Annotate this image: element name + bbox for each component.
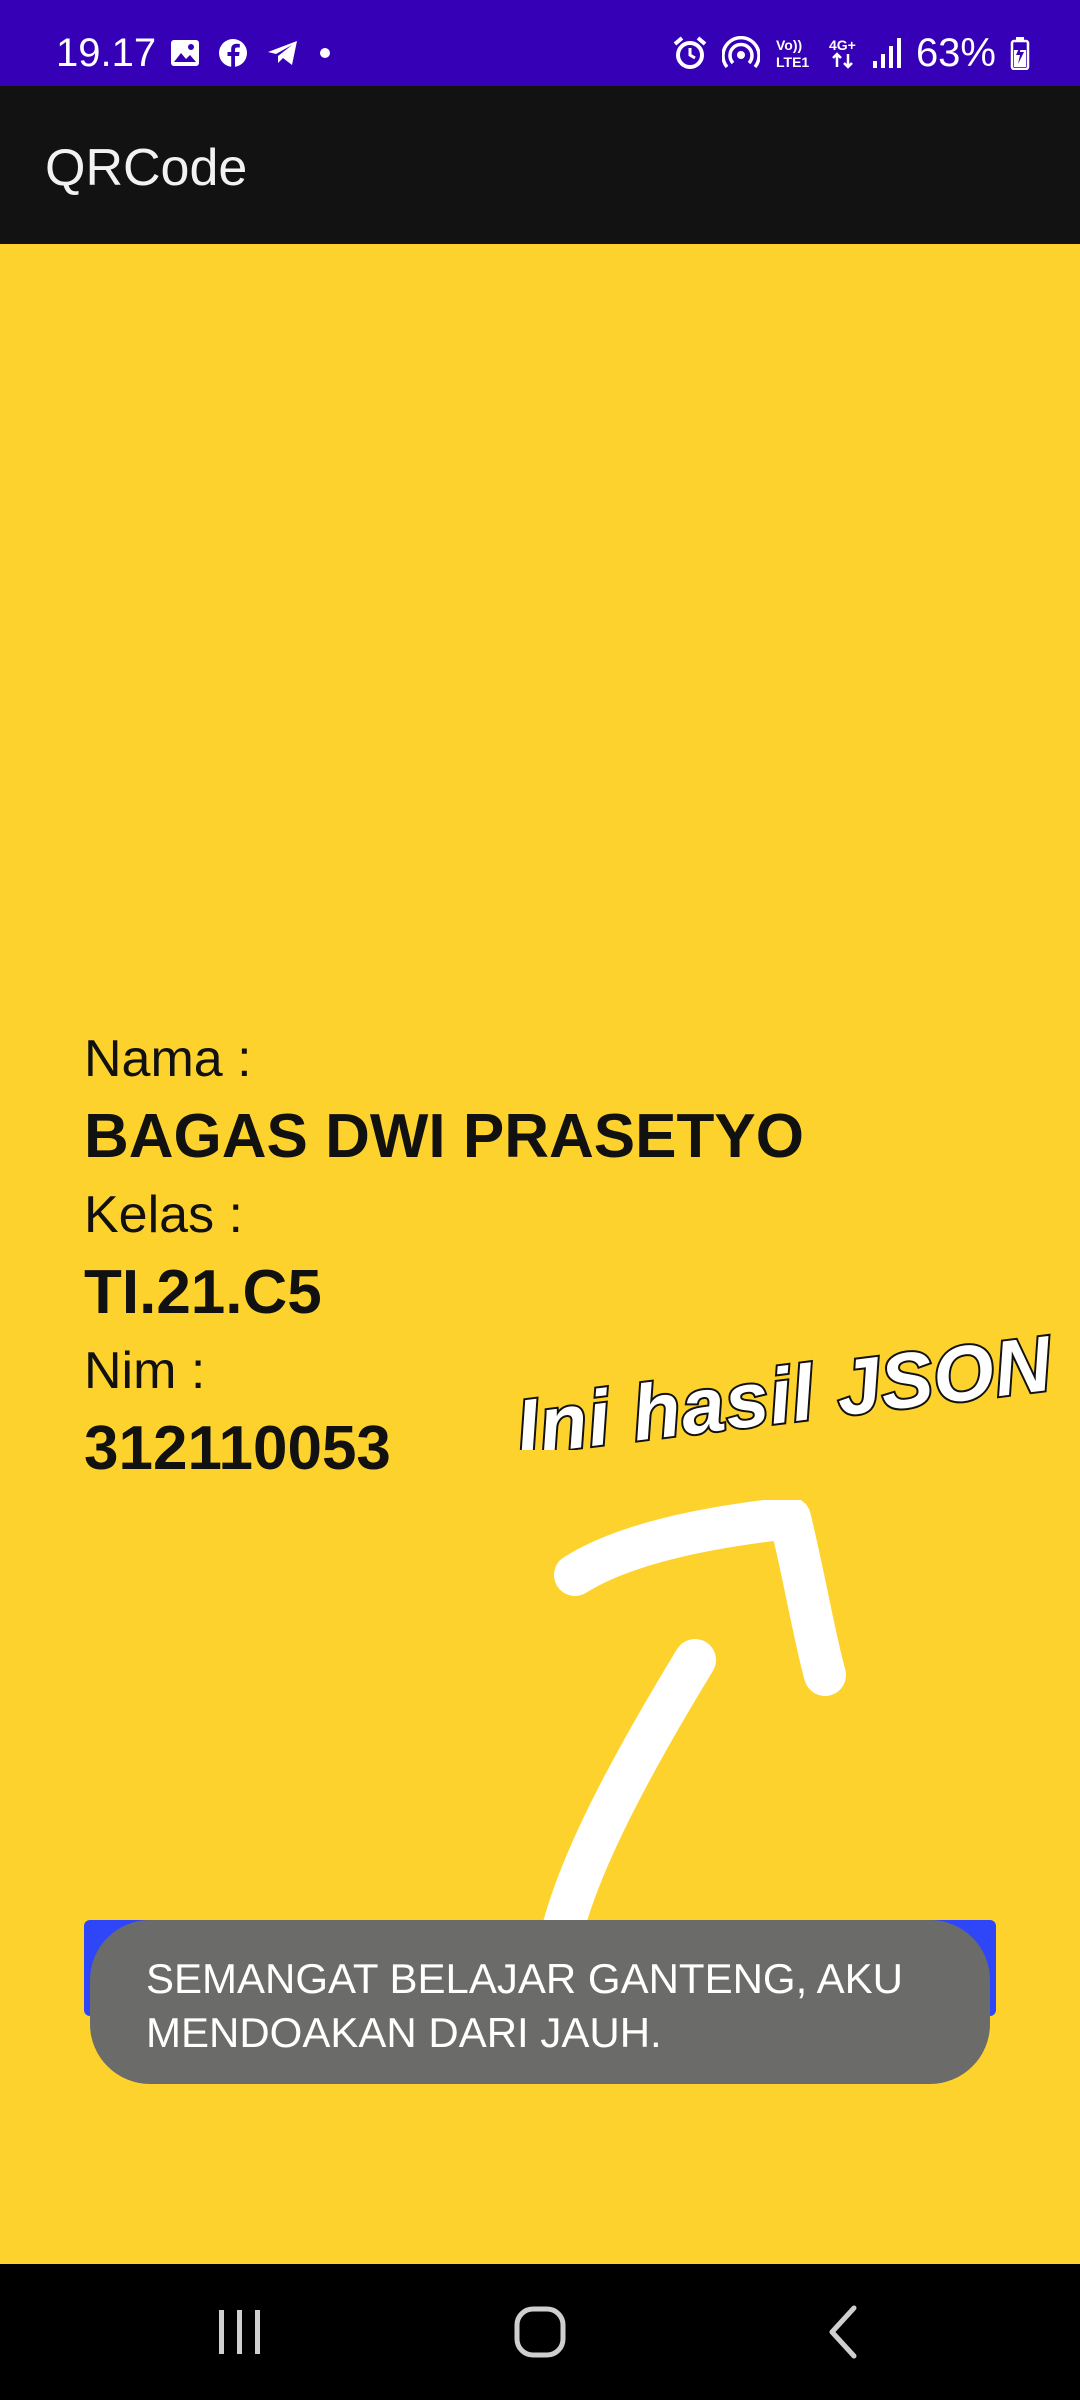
dot-icon — [318, 46, 332, 60]
back-icon — [822, 2304, 862, 2360]
nama-value: BAGAS DWI PRASETYO — [84, 1102, 804, 1171]
status-bar: 19.17 Vo)) LTE1 4G+ 63% — [0, 0, 1080, 86]
hand-drawn-arrow — [543, 1500, 846, 1946]
nama-label: Nama : — [84, 1030, 252, 1088]
volte-icon: Vo)) LTE1 — [774, 36, 814, 70]
navigation-bar — [0, 2264, 1080, 2400]
nim-label: Nim : — [84, 1342, 206, 1400]
image-icon — [170, 39, 200, 67]
recent-apps-button[interactable] — [160, 2264, 320, 2400]
battery-charging-icon — [1010, 36, 1030, 70]
signal-icon — [872, 37, 902, 69]
status-time: 19.17 — [56, 31, 157, 75]
svg-text:Vo)): Vo)) — [776, 37, 802, 53]
notification-icons — [170, 38, 332, 68]
toast-text: SEMANGAT BELAJAR GANTENG, AKU MENDOAKAN … — [146, 1955, 903, 2056]
telegram-icon — [266, 39, 300, 67]
nim-value: 312110053 — [84, 1414, 391, 1483]
kelas-value: TI.21.C5 — [84, 1258, 322, 1327]
hotspot-icon — [721, 36, 760, 70]
back-button[interactable] — [762, 2264, 922, 2400]
svg-text:4G+: 4G+ — [829, 37, 856, 53]
battery-percentage: 63% — [915, 31, 996, 75]
toast-message: SEMANGAT BELAJAR GANTENG, AKU MENDOAKAN … — [90, 1920, 990, 2084]
4g-icon: 4G+ — [828, 36, 858, 70]
kelas-label: Kelas : — [84, 1186, 243, 1244]
alarm-icon — [672, 36, 708, 70]
system-icons: Vo)) LTE1 4G+ 63% — [672, 33, 1030, 73]
annotation-label: Ini hasil JSON — [509, 1317, 1059, 1450]
annotation-text: Ini hasil JSON — [511, 1319, 1057, 1450]
recent-apps-icon — [215, 2308, 265, 2356]
app-title: QRCode — [45, 139, 248, 197]
home-icon — [512, 2304, 568, 2360]
facebook-icon — [218, 38, 248, 68]
svg-text:LTE1: LTE1 — [776, 54, 809, 70]
home-button[interactable] — [460, 2264, 620, 2400]
